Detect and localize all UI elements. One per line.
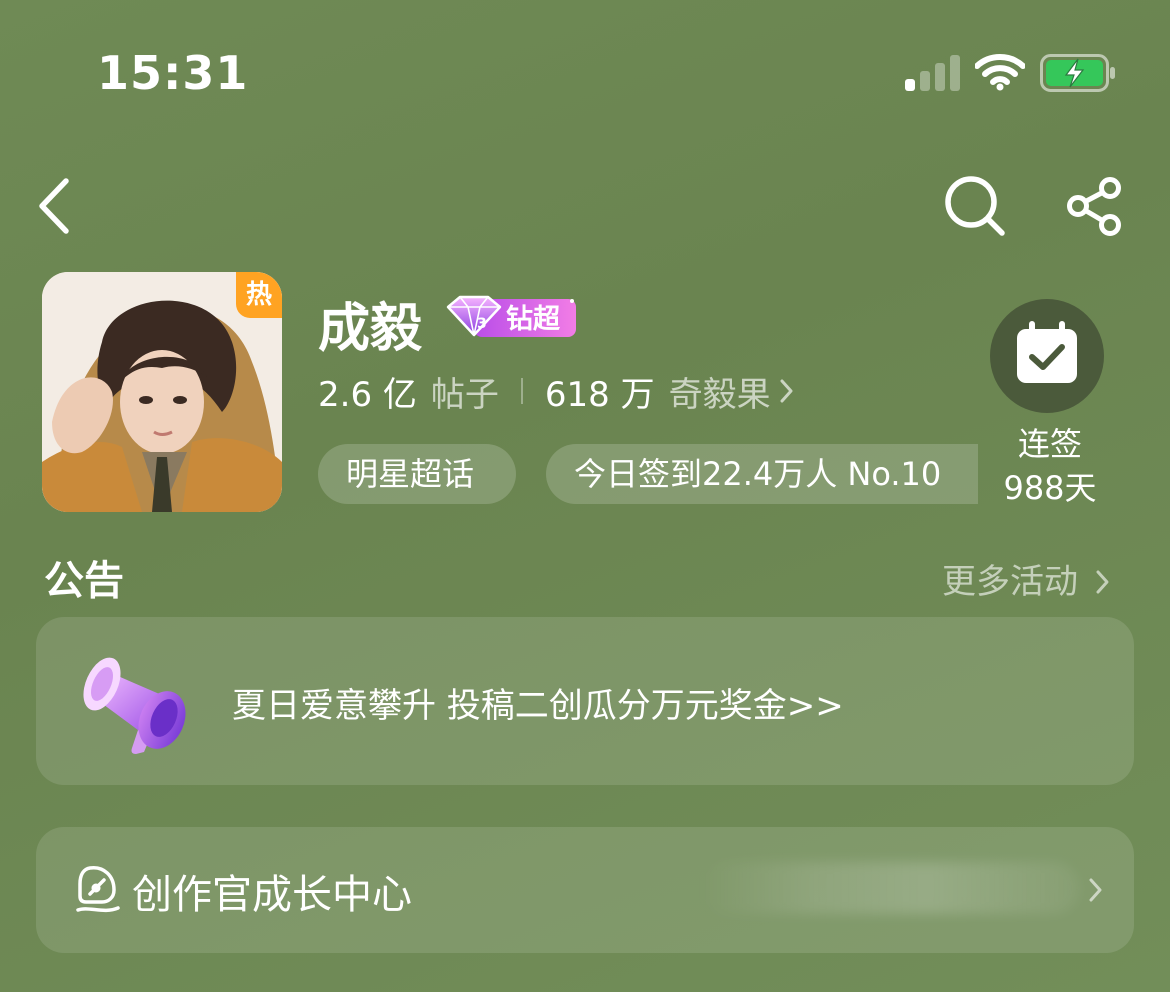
signal-icon — [905, 55, 960, 91]
stats-divider — [520, 378, 523, 404]
tier-badge-label: 钻超 — [506, 304, 560, 335]
chevron-right-icon — [1096, 570, 1109, 594]
fans-label: 奇毅果 — [668, 374, 771, 415]
megaphone-icon — [83, 657, 186, 754]
topic-stats[interactable]: 2.6 亿 帖子 618 万 奇毅果 — [318, 366, 795, 416]
category-tag[interactable]: 明星超话 — [318, 444, 516, 504]
topic-avatar[interactable]: 热 — [42, 272, 282, 512]
posts-label: 帖子 — [430, 374, 499, 415]
chevron-right-icon — [780, 379, 793, 403]
blurred-content — [700, 862, 1080, 914]
share-icon[interactable] — [1064, 176, 1126, 238]
status-time: 15:31 — [97, 46, 249, 100]
creator-center-label: 创作官成长中心 — [132, 872, 412, 918]
pen-edit-icon — [76, 866, 120, 913]
posts-count: 2.6 亿 — [318, 374, 417, 415]
chevron-right-icon — [1089, 878, 1102, 902]
checkin-button[interactable] — [990, 299, 1104, 413]
battery-charging-icon — [1040, 54, 1115, 92]
back-icon[interactable] — [30, 175, 78, 237]
streak-label: 连签 — [1017, 425, 1082, 463]
fans-count: 618 万 — [544, 374, 655, 415]
more-activities-link[interactable]: 更多活动 — [942, 554, 1111, 603]
announcement-title: 公告 — [44, 558, 124, 604]
calendar-check-icon — [1017, 321, 1077, 383]
checkin-info-pill[interactable]: 今日签到22.4万人 No.10 — [546, 444, 978, 504]
streak-days: 988天 — [1003, 469, 1097, 507]
announcement-text[interactable]: 夏日爱意攀升 投稿二创瓜分万元奖金>> — [232, 678, 844, 727]
search-icon[interactable] — [942, 173, 1008, 239]
wifi-icon — [975, 54, 1025, 91]
hot-badge: 热 — [236, 272, 282, 318]
more-activities-label: 更多活动 — [942, 562, 1078, 602]
topic-name: 成毅 — [318, 299, 423, 359]
svg-text:3: 3 — [477, 316, 487, 332]
